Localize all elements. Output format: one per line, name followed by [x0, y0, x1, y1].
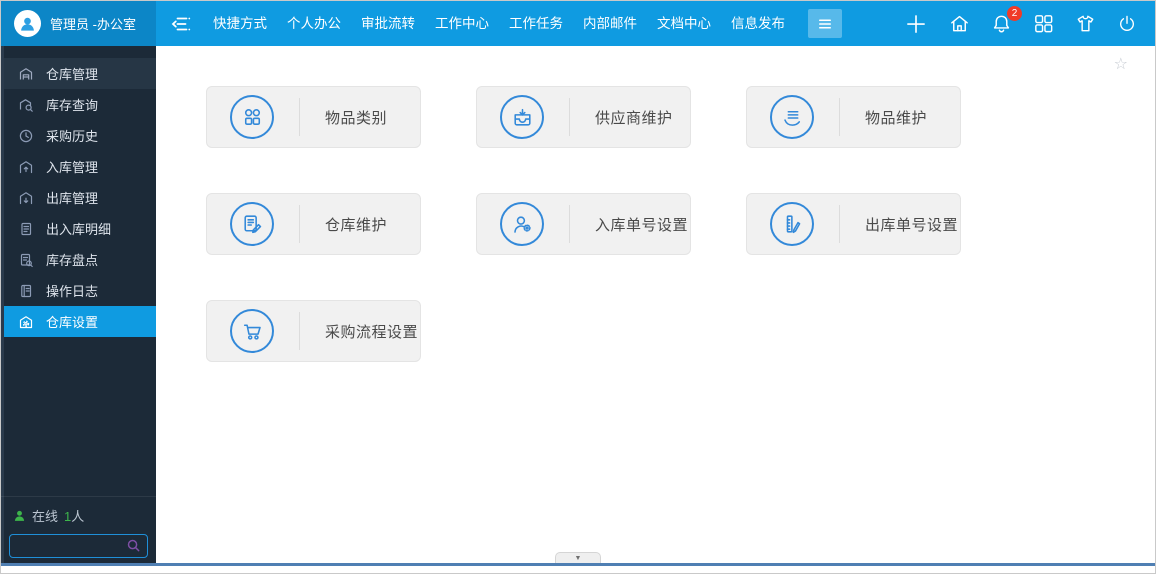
sidebar-item-label: 库存盘点 — [46, 253, 99, 268]
notification-bell-icon[interactable]: 2 — [990, 6, 1022, 35]
tile-label: 物品维护 — [865, 109, 928, 127]
sidebar-item-label: 仓库管理 — [46, 67, 99, 82]
tile-label: 采购流程设置 — [325, 323, 419, 341]
sidebar-search — [9, 534, 148, 558]
tile-label: 出库单号设置 — [865, 216, 959, 234]
online-count: 1人 — [64, 509, 85, 524]
collapse-panel-tab[interactable]: ▼ — [555, 552, 601, 563]
menu-item-work-tasks[interactable]: 工作任务 — [500, 1, 572, 46]
sidebar-nav: 仓库管理 库存查询 采购历史 入库管理 出库管理 出入库明细 库存盘点 操作日志… — [1, 46, 156, 337]
tile-divider — [569, 205, 570, 243]
outbound-number-setting-icon — [770, 202, 814, 246]
menu-item-info-publish[interactable]: 信息发布 — [722, 1, 794, 46]
warehouse-maintenance-icon — [230, 202, 274, 246]
inout-detail-doc-icon — [18, 221, 34, 237]
warehouse-settings-icon — [18, 314, 34, 330]
operation-log-icon — [18, 283, 34, 299]
online-user-icon — [14, 510, 25, 521]
inventory-search-icon — [18, 97, 34, 113]
sidebar-item-label: 入库管理 — [46, 160, 99, 175]
purchase-flow-setting-icon — [230, 309, 274, 353]
online-status: 在线 1人 — [13, 506, 148, 525]
hamburger-menu-icon[interactable] — [808, 9, 842, 38]
add-icon[interactable] — [903, 11, 929, 37]
sidebar-item-label: 出入库明细 — [46, 222, 112, 237]
tile-label: 供应商维护 — [595, 109, 673, 127]
menu-item-approval-flow[interactable]: 审批流转 — [352, 1, 424, 46]
navbar-right-icons: 2 — [903, 6, 1155, 37]
sidebar-item-label: 仓库设置 — [46, 315, 99, 330]
tile-purchase-flow-setting[interactable]: 采购流程设置 — [206, 300, 421, 362]
sidebar-item-label: 库存查询 — [46, 98, 99, 113]
tile-supplier-maintenance[interactable]: 供应商维护 — [476, 86, 691, 148]
sidebar: 仓库管理 库存查询 采购历史 入库管理 出库管理 出入库明细 库存盘点 操作日志… — [1, 46, 156, 563]
sidebar-item-stocktake[interactable]: 库存盘点 — [1, 244, 156, 275]
function-tiles: 物品类别 供应商维护 物品维护 仓库维护 入库单号设置 出库单号设置 采购流程设… — [156, 46, 1155, 362]
outbound-warehouse-icon — [18, 190, 34, 206]
sidebar-item-inout-detail[interactable]: 出入库明细 — [1, 213, 156, 244]
supplier-maintenance-icon — [500, 95, 544, 139]
home-icon[interactable] — [948, 12, 971, 35]
online-label: 在线 — [32, 509, 59, 524]
sidebar-item-purchase-history[interactable]: 采购历史 — [1, 120, 156, 151]
item-maintenance-icon — [770, 95, 814, 139]
tile-divider — [569, 98, 570, 136]
apps-grid-icon[interactable] — [1032, 12, 1055, 35]
tile-divider — [299, 98, 300, 136]
current-user[interactable]: 管理员 -办公室 — [1, 1, 156, 46]
tile-label: 入库单号设置 — [595, 216, 689, 234]
warehouse-icon — [18, 66, 34, 82]
tile-warehouse-maintenance[interactable]: 仓库维护 — [206, 193, 421, 255]
stocktake-doc-search-icon — [18, 252, 34, 268]
main-menu: 快捷方式 个人办公 审批流转 工作中心 工作任务 内部邮件 文档中心 信息发布 — [203, 1, 795, 46]
menu-item-internal-mail[interactable]: 内部邮件 — [574, 1, 646, 46]
sidebar-item-outbound-management[interactable]: 出库管理 — [1, 182, 156, 213]
tile-divider — [299, 205, 300, 243]
tile-divider — [299, 312, 300, 350]
notification-badge: 2 — [1007, 6, 1022, 21]
tile-divider — [839, 98, 840, 136]
sidebar-item-warehouse-management[interactable]: 仓库管理 — [1, 58, 156, 89]
user-name-label: 管理员 -办公室 — [50, 17, 136, 32]
menu-item-personal-office[interactable]: 个人办公 — [278, 1, 350, 46]
sidebar-bottom-panel: 在线 1人 — [1, 496, 156, 563]
tile-divider — [839, 205, 840, 243]
theme-shirt-icon[interactable] — [1074, 12, 1097, 35]
inbound-warehouse-icon — [18, 159, 34, 175]
item-category-icon — [230, 95, 274, 139]
main-content: ☆ 物品类别 供应商维护 物品维护 仓库维护 入库单号设置 出库单号设置 采购流… — [156, 46, 1155, 563]
menu-item-document-center[interactable]: 文档中心 — [648, 1, 720, 46]
top-navbar: 管理员 -办公室 快捷方式 个人办公 审批流转 工作中心 工作任务 内部邮件 文… — [1, 1, 1155, 46]
sidebar-item-warehouse-settings[interactable]: 仓库设置 — [1, 306, 156, 337]
app-window: 管理员 -办公室 快捷方式 个人办公 审批流转 工作中心 工作任务 内部邮件 文… — [0, 0, 1156, 574]
search-icon[interactable] — [126, 538, 141, 553]
tile-inbound-number-setting[interactable]: 入库单号设置 — [476, 193, 691, 255]
sidebar-item-label: 采购历史 — [46, 129, 99, 144]
collapse-menu-icon[interactable] — [169, 12, 193, 36]
purchase-history-clock-icon — [18, 128, 34, 144]
tile-outbound-number-setting[interactable]: 出库单号设置 — [746, 193, 961, 255]
menu-item-shortcuts[interactable]: 快捷方式 — [204, 1, 276, 46]
sidebar-item-label: 出库管理 — [46, 191, 99, 206]
user-avatar-icon — [14, 10, 41, 37]
sidebar-item-inbound-management[interactable]: 入库管理 — [1, 151, 156, 182]
sidebar-item-inventory-query[interactable]: 库存查询 — [1, 89, 156, 120]
tile-item-maintenance[interactable]: 物品维护 — [746, 86, 961, 148]
tile-label: 物品类别 — [325, 109, 388, 127]
sidebar-item-label: 操作日志 — [46, 284, 99, 299]
chevron-down-icon: ▼ — [574, 554, 582, 562]
tile-item-category[interactable]: 物品类别 — [206, 86, 421, 148]
power-icon[interactable] — [1116, 13, 1138, 35]
favorite-star-icon[interactable]: ☆ — [1114, 54, 1128, 74]
bottom-divider-line — [1, 563, 1155, 566]
inbound-number-setting-icon — [500, 202, 544, 246]
sidebar-item-operation-log[interactable]: 操作日志 — [1, 275, 156, 306]
tile-label: 仓库维护 — [325, 216, 388, 234]
menu-item-work-center[interactable]: 工作中心 — [426, 1, 498, 46]
